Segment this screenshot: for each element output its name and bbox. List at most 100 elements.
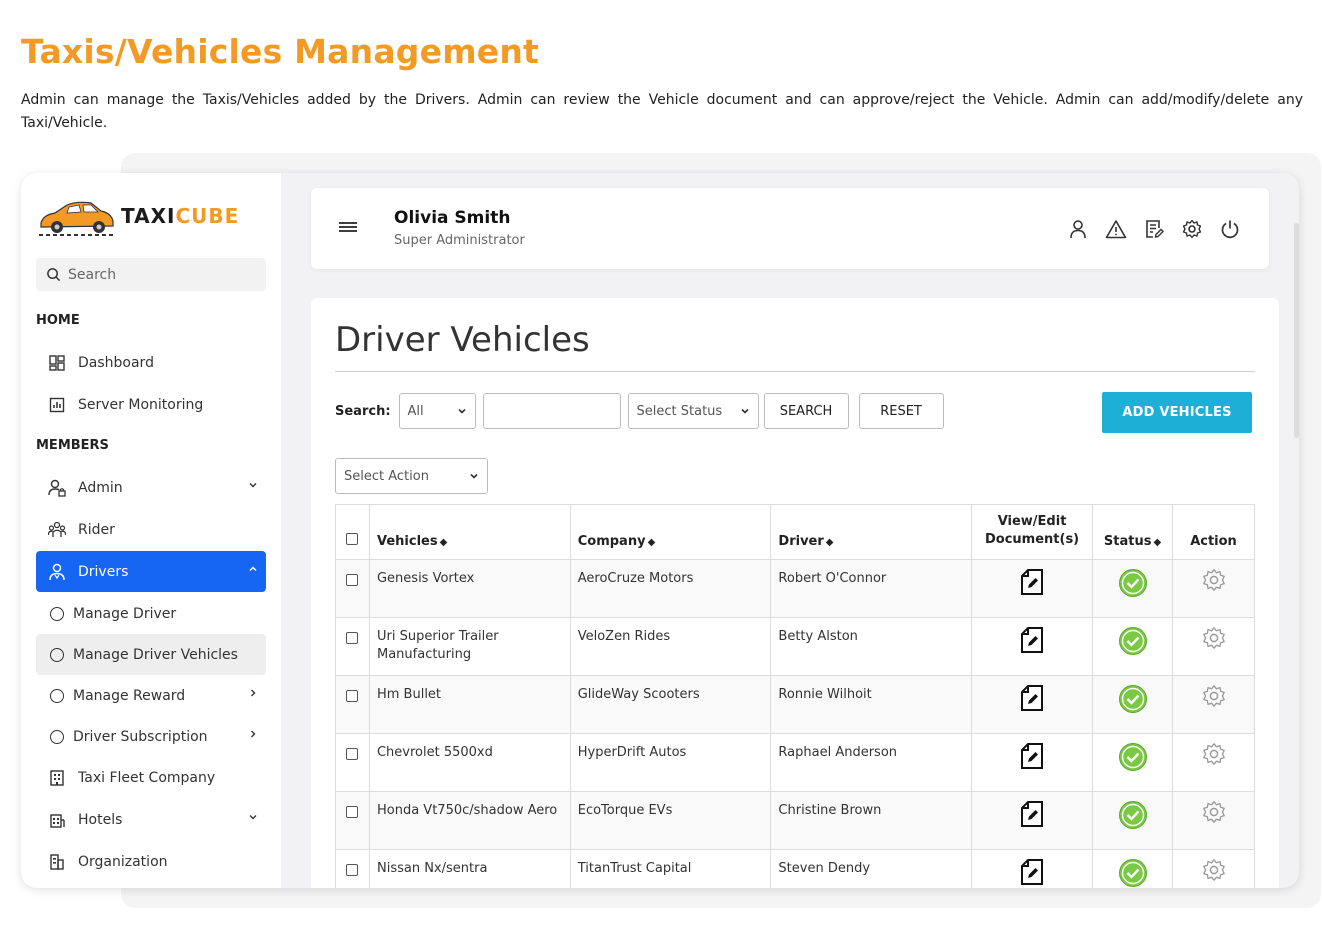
logo[interactable]: TAXICUBE — [37, 193, 267, 239]
hotel-icon — [47, 810, 67, 830]
gear-icon[interactable] — [1202, 626, 1226, 650]
document-edit-icon[interactable] — [1019, 858, 1045, 886]
search-button[interactable]: SEARCH — [763, 393, 849, 429]
search-input[interactable] — [482, 393, 621, 429]
sort-icon: ◆ — [647, 537, 656, 548]
power-icon[interactable] — [1219, 218, 1241, 240]
cell-checkbox — [335, 733, 370, 792]
chevron-down-icon — [740, 408, 749, 414]
gear-icon[interactable] — [1202, 858, 1226, 882]
sidebar-item-driver-subscription[interactable]: Driver Subscription — [36, 716, 266, 757]
scrollbar[interactable] — [1294, 223, 1299, 438]
sidebar-label: Drivers — [78, 563, 129, 580]
cell-action — [1172, 617, 1255, 676]
company-name: VeloZen Rides — [577, 629, 671, 644]
row-checkbox[interactable] — [346, 748, 358, 760]
driver-name: Raphael Anderson — [778, 745, 898, 760]
header-company[interactable]: Company ◆ — [569, 504, 772, 560]
header-driver[interactable]: Driver ◆ — [770, 504, 973, 560]
header-label: View/Edit — [997, 514, 1067, 529]
cell-company: HyperDrift Autos — [569, 733, 772, 792]
action-select[interactable]: Select Action — [335, 458, 488, 494]
user-icon[interactable] — [1067, 218, 1089, 240]
user-name: Olivia Smith — [394, 208, 511, 228]
chevron-down-icon — [470, 473, 478, 479]
table-row: Nissan Nx/sentra TitanTrust Capital Stev… — [335, 849, 1255, 888]
sidebar-search[interactable]: Search — [36, 258, 266, 291]
document-edit-icon[interactable] — [1019, 742, 1045, 770]
cell-action — [1172, 733, 1255, 792]
sidebar-item-manage-driver[interactable]: Manage Driver — [36, 593, 266, 634]
sort-icon: ◆ — [1153, 537, 1162, 548]
check-circle-icon[interactable] — [1118, 684, 1148, 714]
sidebar-item-hotels[interactable]: Hotels — [36, 799, 266, 840]
sidebar-item-dashboard[interactable]: Dashboard — [36, 342, 266, 383]
reset-button[interactable]: RESET — [858, 393, 944, 429]
row-checkbox[interactable] — [346, 574, 358, 586]
cell-documents — [971, 559, 1094, 618]
sidebar-item-manage-driver-vehicles[interactable]: Manage Driver Vehicles — [36, 634, 266, 675]
circle-icon — [50, 647, 64, 662]
header-status[interactable]: Status ◆ — [1092, 504, 1173, 560]
cell-action — [1172, 791, 1255, 850]
cell-checkbox — [335, 617, 370, 676]
select-all-checkbox[interactable] — [346, 533, 358, 545]
cell-driver: Raphael Anderson — [770, 733, 973, 792]
header-documents: View/Edit Document(s) — [971, 504, 1094, 560]
row-checkbox[interactable] — [346, 690, 358, 702]
gear-icon[interactable] — [1202, 800, 1226, 824]
driver-icon — [47, 562, 67, 582]
cell-action — [1172, 559, 1255, 618]
gear-icon[interactable] — [1181, 218, 1203, 240]
cell-driver: Betty Alston — [770, 617, 973, 676]
check-circle-icon[interactable] — [1118, 626, 1148, 656]
logo-cube: CUBE — [175, 204, 240, 228]
sidebar-item-taxi-fleet-company[interactable]: Taxi Fleet Company — [36, 757, 266, 798]
edit-note-icon[interactable] — [1143, 218, 1165, 240]
row-checkbox[interactable] — [346, 806, 358, 818]
company-name: GlideWay Scooters — [577, 687, 700, 702]
filter-select[interactable]: All — [398, 393, 476, 429]
gear-icon[interactable] — [1202, 568, 1226, 592]
sidebar-label: Manage Driver — [73, 605, 177, 622]
warning-icon[interactable] — [1105, 218, 1127, 240]
sidebar-label: Rider — [78, 521, 115, 538]
gear-icon[interactable] — [1202, 742, 1226, 766]
check-circle-icon[interactable] — [1118, 742, 1148, 772]
user-role: Super Administrator — [394, 233, 525, 248]
document-edit-icon[interactable] — [1019, 800, 1045, 828]
document-edit-icon[interactable] — [1019, 684, 1045, 712]
document-edit-icon[interactable] — [1019, 568, 1045, 596]
document-edit-icon[interactable] — [1019, 626, 1045, 654]
hamburger-icon[interactable] — [339, 221, 357, 235]
sidebar-item-rider[interactable]: Rider — [36, 509, 266, 550]
header-label: Document(s) — [984, 532, 1080, 547]
check-circle-icon[interactable] — [1118, 800, 1148, 830]
cell-checkbox — [335, 675, 370, 734]
gear-icon[interactable] — [1202, 684, 1226, 708]
sidebar-item-drivers[interactable]: Drivers — [36, 551, 266, 592]
cell-vehicle: Genesis Vortex — [368, 559, 571, 618]
sidebar-item-admin[interactable]: Admin — [36, 467, 266, 508]
cell-driver: Steven Dendy — [770, 849, 973, 888]
sidebar-item-organization[interactable]: Organization — [36, 841, 266, 882]
check-circle-icon[interactable] — [1118, 568, 1148, 598]
row-checkbox[interactable] — [346, 864, 358, 876]
sidebar-label: Organization — [78, 853, 168, 870]
check-circle-icon[interactable] — [1118, 858, 1148, 888]
table-row: Honda Vt750c/shadow Aero EcoTorque EVs C… — [335, 791, 1255, 850]
company-name: AeroCruze Motors — [577, 571, 694, 586]
sidebar-item-manage-reward[interactable]: Manage Reward — [36, 675, 266, 716]
cell-status — [1092, 733, 1173, 792]
cell-vehicle: Nissan Nx/sentra — [368, 849, 571, 888]
company-name: HyperDrift Autos — [577, 745, 687, 760]
header-vehicles[interactable]: Vehicles ◆ — [368, 504, 571, 560]
organization-icon — [47, 852, 67, 872]
add-vehicles-button[interactable]: ADD VEHICLES — [1102, 392, 1252, 433]
driver-name: Steven Dendy — [778, 861, 871, 876]
page-title: Driver Vehicles — [335, 320, 590, 360]
row-checkbox[interactable] — [346, 632, 358, 644]
cell-status — [1092, 849, 1173, 888]
sidebar-item-server-monitoring[interactable]: Server Monitoring — [36, 384, 266, 425]
status-select[interactable]: Select Status — [627, 393, 759, 429]
